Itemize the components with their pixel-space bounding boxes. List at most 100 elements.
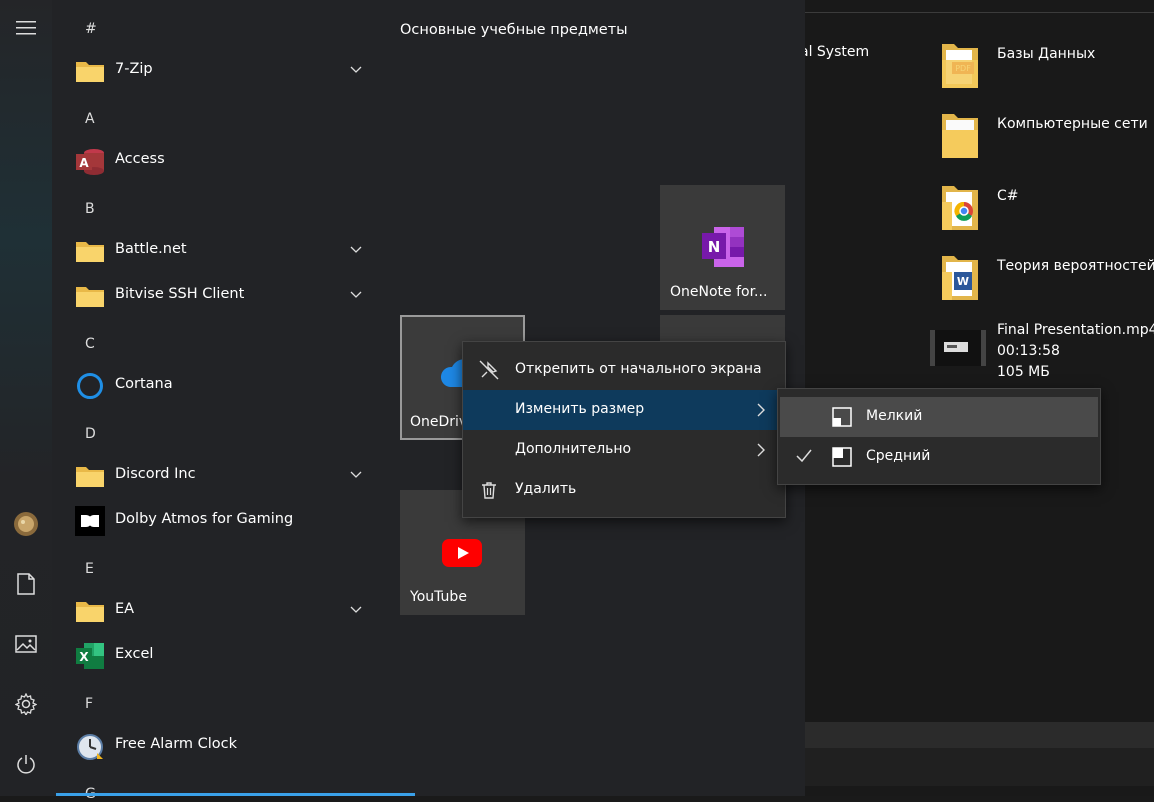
- menu-item-size-small[interactable]: Мелкий: [780, 397, 1098, 437]
- section-header-d[interactable]: D: [85, 426, 96, 442]
- file-name: Final Presentation.mp4: [997, 322, 1154, 338]
- file-item-databases[interactable]: PDF Базы Данных: [940, 38, 1154, 98]
- section-header-a[interactable]: A: [85, 111, 95, 127]
- video-thumbnail-icon: [930, 330, 986, 366]
- app-label: EA: [115, 601, 135, 617]
- user-avatar: [14, 512, 38, 536]
- app-item-cortana[interactable]: Cortana: [72, 368, 382, 404]
- folder-pdf-icon: PDF: [942, 44, 978, 88]
- file-name: Базы Данных: [997, 46, 1096, 62]
- app-item-dolby[interactable]: Dolby Atmos for Gaming: [72, 503, 382, 539]
- window-border: [800, 12, 1154, 13]
- svg-text:W: W: [957, 275, 969, 288]
- app-label: 7-Zip: [115, 61, 153, 77]
- section-header-f[interactable]: F: [85, 696, 93, 712]
- app-label: Discord Inc: [115, 466, 196, 482]
- menu-item-unpin[interactable]: Открепить от начального экрана: [463, 350, 785, 390]
- cortana-icon: [75, 371, 105, 401]
- app-label: Excel: [115, 646, 154, 662]
- svg-text:N: N: [708, 238, 721, 256]
- tile-label: YouTube: [410, 589, 467, 605]
- onenote-icon: N: [702, 227, 744, 267]
- app-label: Battle.net: [115, 241, 187, 257]
- app-list: # 7-Zip A A Access B Battle.net Bitvise …: [52, 0, 387, 802]
- folder-word-icon: W: [942, 256, 978, 300]
- tile-onenote[interactable]: N OneNote for...: [660, 185, 785, 310]
- app-item-access[interactable]: A Access: [72, 143, 382, 179]
- app-item-bitvise[interactable]: Bitvise SSH Client: [72, 278, 382, 314]
- pictures-icon: [15, 635, 37, 653]
- documents-icon: [17, 573, 35, 595]
- folder-icon: [75, 281, 105, 311]
- app-item-battlenet[interactable]: Battle.net: [72, 233, 382, 269]
- chevron-down-icon[interactable]: [348, 601, 364, 617]
- folder-icon: [75, 461, 105, 491]
- section-header-c[interactable]: C: [85, 336, 95, 352]
- explorer-bar: [800, 722, 1154, 748]
- file-name: Компьютерные сети: [997, 116, 1148, 132]
- app-item-discord[interactable]: Discord Inc: [72, 458, 382, 494]
- checkmark-icon: [796, 449, 812, 463]
- power-button[interactable]: [8, 746, 44, 782]
- menu-item-size-medium[interactable]: Средний: [778, 437, 1100, 477]
- youtube-icon: [442, 539, 482, 567]
- start-left-rail: [0, 0, 52, 796]
- app-item-ea[interactable]: EA: [72, 593, 382, 629]
- app-item-alarm-clock[interactable]: Free Alarm Clock: [72, 728, 382, 764]
- menu-item-label: Дополнительно: [515, 441, 632, 457]
- partial-file-name[interactable]: al System: [800, 44, 869, 60]
- unpin-icon: [479, 360, 499, 380]
- alarm-clock-icon: [75, 731, 105, 761]
- status-bar: [800, 748, 1154, 786]
- resize-submenu: Мелкий Средний: [777, 388, 1101, 485]
- app-item-excel[interactable]: X Excel: [72, 638, 382, 674]
- file-item-csharp[interactable]: C#: [940, 180, 1154, 240]
- menu-item-more[interactable]: Дополнительно: [463, 430, 785, 470]
- tile-context-menu: Открепить от начального экрана Изменить …: [462, 341, 786, 518]
- app-label: Free Alarm Clock: [115, 736, 238, 752]
- settings-icon: [15, 693, 37, 715]
- menu-item-resize[interactable]: Изменить размер: [463, 390, 785, 430]
- folder-chrome-icon: [942, 186, 978, 230]
- chevron-down-icon[interactable]: [348, 466, 364, 482]
- app-label: Bitvise SSH Client: [115, 286, 245, 302]
- folder-icon: [75, 596, 105, 626]
- power-icon: [17, 755, 35, 774]
- menu-item-label: Изменить размер: [515, 401, 645, 417]
- file-size: 105 МБ: [997, 364, 1050, 380]
- pictures-button[interactable]: [8, 626, 44, 662]
- folder-icon: [942, 114, 978, 158]
- tile-group-title[interactable]: Основные учебные предметы: [400, 22, 628, 38]
- dolby-icon: [75, 506, 105, 536]
- medium-size-icon: [832, 447, 852, 467]
- trash-icon: [482, 482, 496, 499]
- user-account-button[interactable]: [8, 506, 44, 542]
- section-header-hash[interactable]: #: [85, 21, 97, 37]
- menu-button[interactable]: [8, 10, 44, 46]
- chevron-right-icon: [757, 403, 765, 417]
- documents-button[interactable]: [8, 566, 44, 602]
- svg-text:A: A: [79, 156, 89, 170]
- tile-label: OneNote for...: [670, 284, 768, 300]
- app-item-7zip[interactable]: 7-Zip: [72, 53, 382, 89]
- chevron-down-icon[interactable]: [348, 61, 364, 77]
- settings-button[interactable]: [8, 686, 44, 722]
- app-label: Cortana: [115, 376, 173, 392]
- app-label: Access: [115, 151, 165, 167]
- section-header-b[interactable]: B: [85, 201, 95, 217]
- menu-item-label: Мелкий: [866, 408, 923, 424]
- file-name: C#: [997, 188, 1019, 204]
- file-item-video[interactable]: Final Presentation.mp4 00:13:58 105 МБ: [930, 320, 1154, 386]
- chevron-right-icon: [757, 443, 765, 457]
- chevron-down-icon[interactable]: [348, 241, 364, 257]
- menu-item-uninstall[interactable]: Удалить: [463, 470, 785, 510]
- file-item-networks[interactable]: Компьютерные сети: [940, 108, 1154, 168]
- chevron-down-icon[interactable]: [348, 286, 364, 302]
- excel-icon: X: [75, 641, 105, 671]
- menu-item-label: Открепить от начального экрана: [515, 361, 762, 377]
- app-label: Dolby Atmos for Gaming: [115, 511, 294, 527]
- menu-item-label: Удалить: [515, 481, 577, 497]
- svg-text:X: X: [79, 650, 89, 664]
- file-item-probability[interactable]: W Теория вероятностей: [940, 250, 1154, 310]
- section-header-e[interactable]: E: [85, 561, 94, 577]
